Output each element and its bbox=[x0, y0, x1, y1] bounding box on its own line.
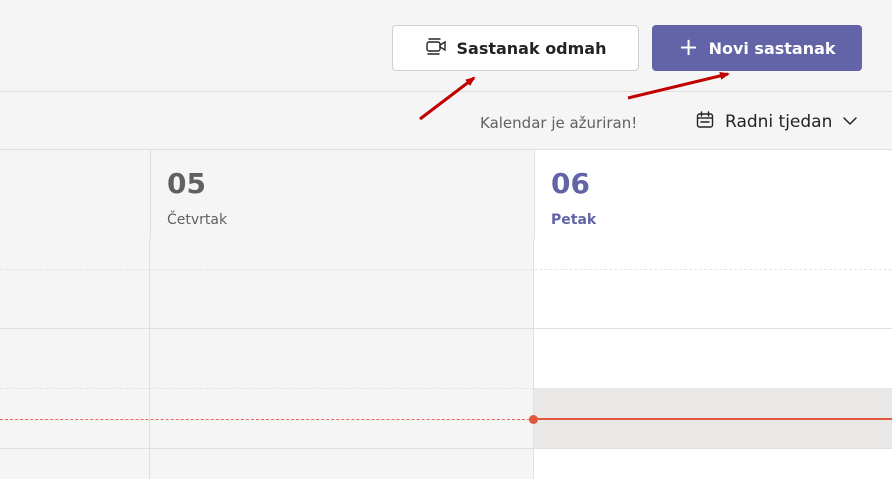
new-meeting-button[interactable]: + Novi sastanak bbox=[652, 25, 862, 71]
chevron-down-icon bbox=[842, 112, 858, 132]
calendar-icon bbox=[695, 110, 715, 135]
hour-line bbox=[0, 448, 892, 449]
calendar-status-text: Kalendar je ažuriran! bbox=[480, 114, 638, 132]
time-gutter-header bbox=[0, 150, 150, 239]
new-meeting-label: Novi sastanak bbox=[708, 38, 836, 58]
calendar-subbar: Kalendar je ažuriran! Radni tjedan bbox=[0, 92, 892, 150]
meet-now-label: Sastanak odmah bbox=[456, 38, 607, 58]
command-bar: Sastanak odmah + Novi sastanak bbox=[0, 0, 892, 92]
column-divider bbox=[149, 239, 150, 479]
half-hour-line bbox=[0, 388, 892, 389]
view-label: Radni tjedan bbox=[725, 112, 833, 132]
video-camera-icon bbox=[425, 36, 449, 60]
day-number: 06 bbox=[551, 167, 590, 200]
day-header-row: 05 Četvrtak 06 Petak bbox=[0, 150, 892, 239]
hour-line bbox=[0, 328, 892, 329]
day-header-friday[interactable]: 06 Petak bbox=[534, 150, 892, 239]
current-time-line bbox=[0, 419, 530, 420]
day-name: Četvrtak bbox=[167, 212, 228, 228]
day-header-thursday[interactable]: 05 Četvrtak bbox=[150, 150, 534, 239]
day-name: Petak bbox=[551, 212, 597, 228]
column-divider bbox=[533, 239, 534, 479]
plus-icon: + bbox=[678, 33, 699, 61]
current-time-line-today bbox=[534, 418, 892, 420]
calendar-grid[interactable] bbox=[0, 239, 892, 479]
day-number: 05 bbox=[167, 167, 206, 200]
meet-now-button[interactable]: Sastanak odmah bbox=[392, 25, 639, 71]
half-hour-line bbox=[0, 269, 892, 270]
view-switcher[interactable]: Radni tjedan bbox=[695, 108, 858, 136]
